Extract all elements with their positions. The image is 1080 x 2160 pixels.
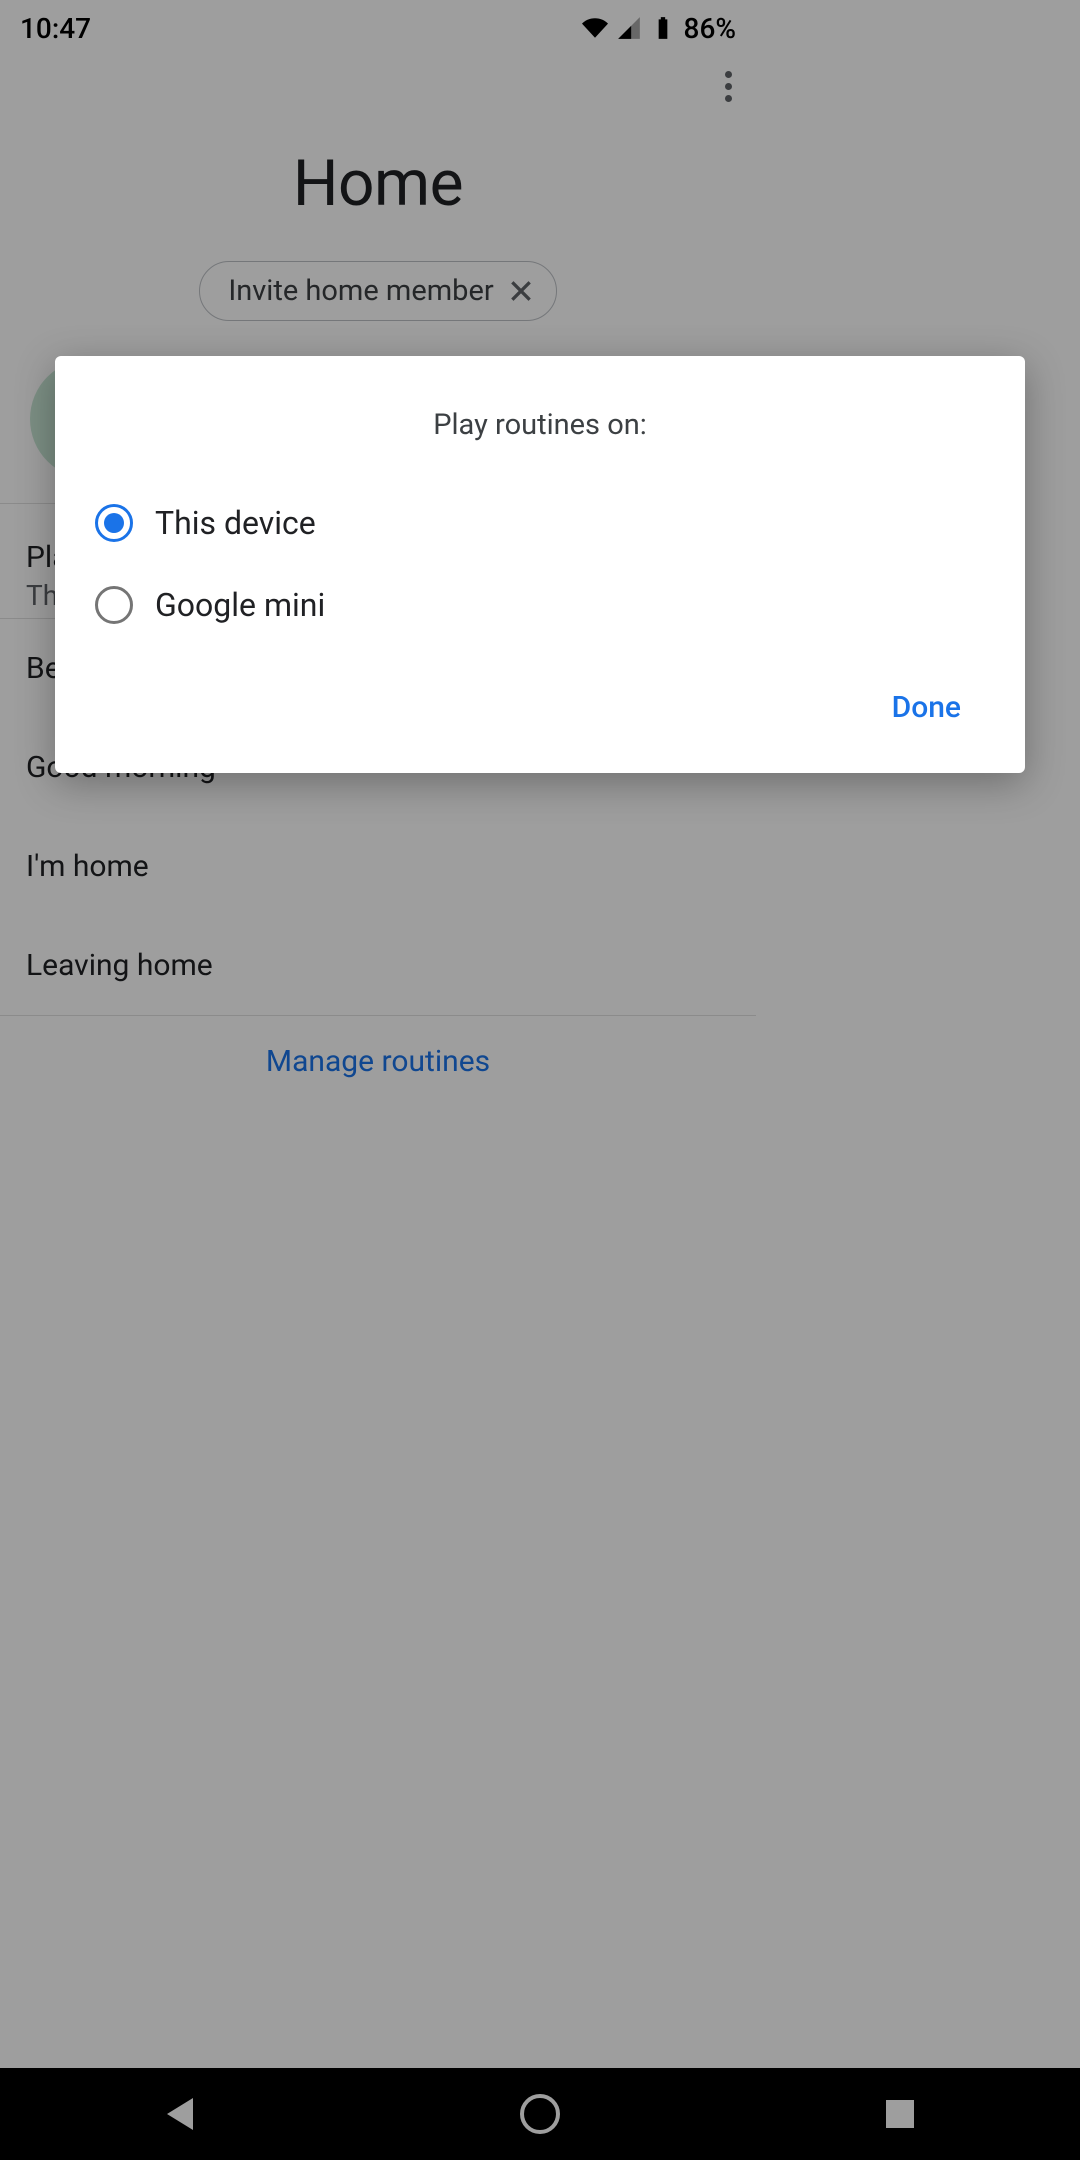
dialog-title: Play routines on: (55, 408, 1025, 442)
radio-label: This device (155, 504, 316, 542)
radio-label: Google mini (155, 586, 325, 624)
modal-scrim[interactable] (0, 0, 1080, 2160)
radio-icon (95, 586, 133, 624)
play-routines-dialog: Play routines on: This device Google min… (55, 356, 1025, 773)
done-button[interactable]: Done (878, 680, 975, 735)
radio-option-this-device[interactable]: This device (95, 482, 985, 564)
radio-icon (95, 504, 133, 542)
radio-option-google-mini[interactable]: Google mini (95, 564, 985, 646)
